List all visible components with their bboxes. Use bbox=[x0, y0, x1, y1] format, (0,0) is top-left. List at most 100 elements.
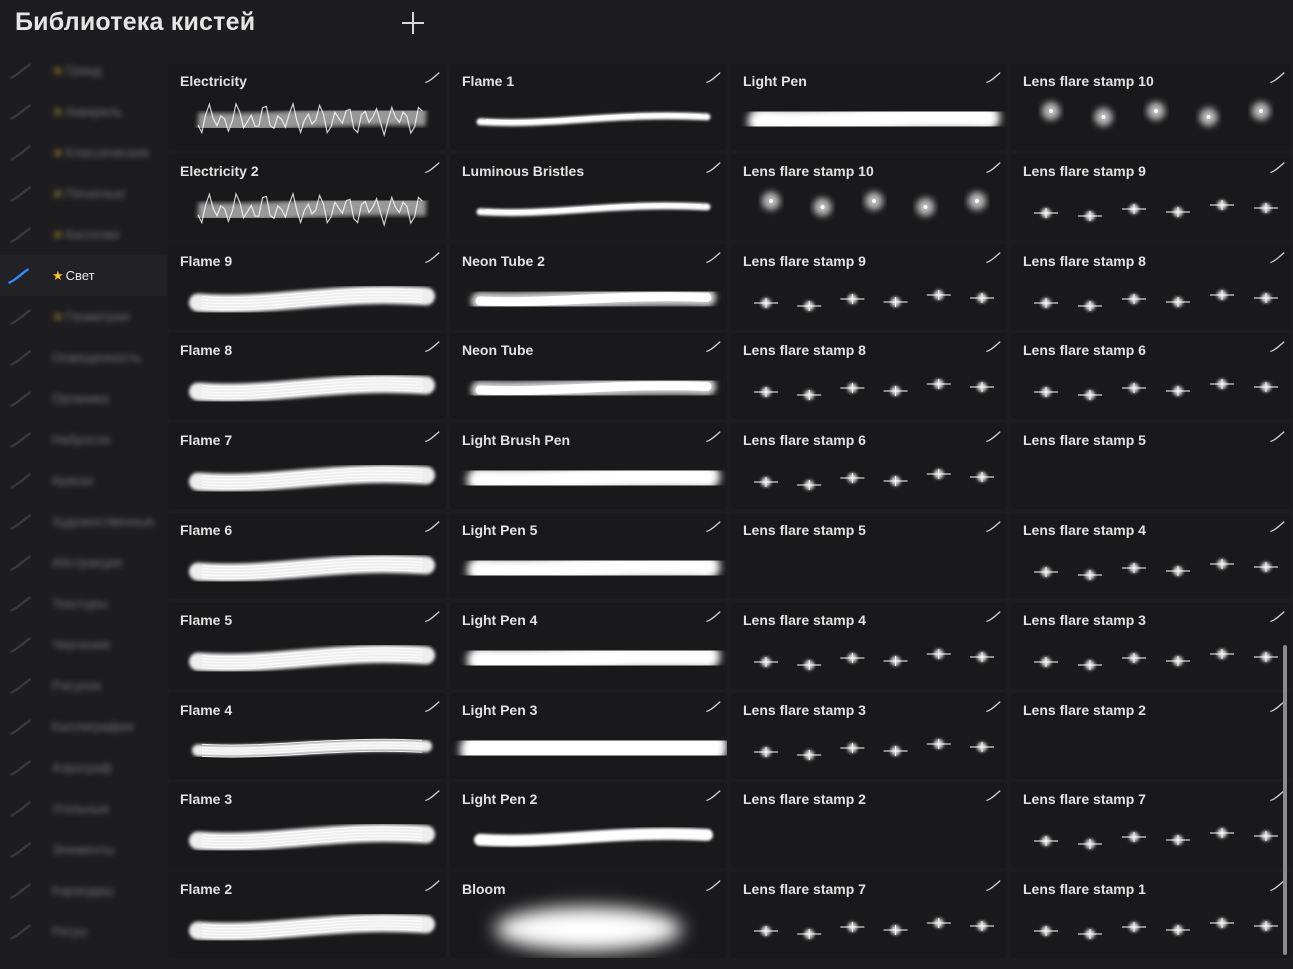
brush-icon bbox=[986, 252, 1001, 263]
brush-icon bbox=[425, 611, 440, 622]
brush-card[interactable]: Flame 7 bbox=[168, 423, 446, 509]
brush-name: Light Pen 5 bbox=[462, 522, 538, 538]
brush-icon bbox=[986, 611, 1001, 622]
brush-card[interactable]: Luminous Bristles bbox=[450, 154, 727, 240]
sidebar-item[interactable]: ★ Печатные bbox=[0, 173, 166, 214]
sidebar-item[interactable]: Текстуры bbox=[0, 583, 166, 624]
sidebar-item[interactable]: Освещенность bbox=[0, 337, 166, 378]
sidebar-item[interactable]: Черчение bbox=[0, 624, 166, 665]
brush-icon bbox=[425, 521, 440, 532]
brush-icon bbox=[986, 521, 1001, 532]
brush-icon bbox=[1270, 341, 1285, 352]
brush-name: Lens flare stamp 3 bbox=[743, 702, 866, 718]
sidebar-item-label: Карандаш bbox=[52, 883, 114, 898]
brush-card[interactable]: Lens flare stamp 6 bbox=[1011, 333, 1291, 419]
sidebar-item[interactable]: Художественные bbox=[0, 501, 166, 542]
brush-card[interactable]: Lens flare stamp 8 bbox=[731, 333, 1007, 419]
brush-card[interactable]: Lens flare stamp 2 bbox=[731, 782, 1007, 868]
brush-icon bbox=[425, 162, 440, 173]
brush-card[interactable]: Neon Tube bbox=[450, 333, 727, 419]
brush-card[interactable]: Lens flare stamp 4 bbox=[731, 603, 1007, 689]
brush-name: Flame 8 bbox=[180, 342, 233, 358]
brush-icon bbox=[10, 227, 31, 243]
brush-card[interactable]: Light Pen 4 bbox=[450, 603, 727, 689]
brush-name: Light Pen 4 bbox=[462, 612, 538, 628]
brush-card[interactable]: Flame 8 bbox=[168, 333, 446, 419]
brush-card[interactable]: Lens flare stamp 7 bbox=[1011, 782, 1291, 868]
sidebar-item-label: Акварель bbox=[65, 104, 123, 119]
brush-icon bbox=[706, 162, 721, 173]
brush-icon bbox=[10, 514, 31, 530]
brush-card[interactable]: Lens flare stamp 6 bbox=[731, 423, 1007, 509]
sidebar-item[interactable]: ★ Гранд bbox=[0, 50, 166, 91]
brush-card[interactable]: Lens flare stamp 10 bbox=[1011, 64, 1291, 150]
brush-icon bbox=[706, 252, 721, 263]
brush-card[interactable]: Lens flare stamp 7 bbox=[731, 872, 1007, 958]
brush-card[interactable]: Flame 5 bbox=[168, 603, 446, 689]
brush-card[interactable]: Flame 4 bbox=[168, 693, 446, 779]
brush-icon bbox=[706, 431, 721, 442]
brush-card[interactable]: Lens flare stamp 3 bbox=[731, 693, 1007, 779]
brush-icon bbox=[986, 162, 1001, 173]
sidebar-item[interactable]: Краски bbox=[0, 460, 166, 501]
sidebar-item-label: Текстуры bbox=[52, 596, 108, 611]
brush-card[interactable]: Light Brush Pen bbox=[450, 423, 727, 509]
sidebar-item-label: Аэрограф bbox=[52, 760, 112, 775]
brush-card[interactable]: Lens flare stamp 1 bbox=[1011, 872, 1291, 958]
brush-name: Flame 6 bbox=[180, 522, 233, 538]
sidebar-item[interactable]: Угольные bbox=[0, 788, 166, 829]
sidebar-item[interactable]: Рисунок bbox=[0, 665, 166, 706]
sidebar-item[interactable]: Элементы bbox=[0, 829, 166, 870]
brush-card[interactable]: Electricity bbox=[168, 64, 446, 150]
brush-card[interactable]: Lens flare stamp 2 bbox=[1011, 693, 1291, 779]
brush-card[interactable]: Lens flare stamp 3 bbox=[1011, 603, 1291, 689]
brush-card[interactable]: Light Pen 2 bbox=[450, 782, 727, 868]
brush-card[interactable]: Lens flare stamp 4 bbox=[1011, 513, 1291, 599]
brush-card[interactable]: Neon Tube 2 bbox=[450, 244, 727, 330]
brush-card[interactable]: Flame 3 bbox=[168, 782, 446, 868]
sidebar-item[interactable]: ★ Кисточки bbox=[0, 214, 166, 255]
sidebar-item-label: Органика bbox=[52, 391, 109, 406]
brush-card[interactable]: Lens flare stamp 10 bbox=[731, 154, 1007, 240]
brush-icon bbox=[10, 596, 31, 612]
sidebar-item[interactable]: Абстракция bbox=[0, 542, 166, 583]
sidebar-item[interactable]: Органика bbox=[0, 378, 166, 419]
brush-icon bbox=[10, 145, 31, 161]
brush-card[interactable]: Bloom bbox=[450, 872, 727, 958]
brush-icon bbox=[986, 701, 1001, 712]
brush-name: Lens flare stamp 5 bbox=[743, 522, 866, 538]
header: Библиотека кистей bbox=[0, 0, 1293, 50]
sidebar-item[interactable]: ★ Геометрия bbox=[0, 296, 166, 337]
brush-card[interactable]: Flame 2 bbox=[168, 872, 446, 958]
brush-card[interactable]: Flame 6 bbox=[168, 513, 446, 599]
sidebar-item[interactable]: Карандаш bbox=[0, 870, 166, 911]
brush-icon bbox=[706, 701, 721, 712]
brush-card[interactable]: Lens flare stamp 5 bbox=[1011, 423, 1291, 509]
brush-name: Flame 4 bbox=[180, 702, 233, 718]
brush-card[interactable]: Electricity 2 bbox=[168, 154, 446, 240]
brush-card[interactable]: Light Pen 3 bbox=[450, 693, 727, 779]
sidebar-item[interactable]: Ретро bbox=[0, 911, 166, 952]
brush-card[interactable]: Flame 1 bbox=[450, 64, 727, 150]
page-title: Библиотека кистей bbox=[15, 8, 256, 36]
brush-name: Electricity bbox=[180, 73, 247, 89]
brush-card[interactable]: Lens flare stamp 9 bbox=[731, 244, 1007, 330]
sidebar-item[interactable]: ★ Классические bbox=[0, 132, 166, 173]
brush-card[interactable]: Flame 9 bbox=[168, 244, 446, 330]
brush-name: Flame 5 bbox=[180, 612, 233, 628]
brush-icon bbox=[10, 760, 31, 776]
brush-card[interactable]: Lens flare stamp 5 bbox=[731, 513, 1007, 599]
scrollbar[interactable] bbox=[1283, 645, 1287, 955]
plus-icon[interactable] bbox=[398, 8, 428, 38]
brush-name: Neon Tube bbox=[462, 342, 534, 358]
sidebar-item[interactable]: ★ Свет bbox=[0, 255, 166, 296]
sidebar-item[interactable]: Каллиграфия bbox=[0, 706, 166, 747]
brush-card[interactable]: Lens flare stamp 8 bbox=[1011, 244, 1291, 330]
sidebar-item[interactable]: ★ Акварель bbox=[0, 91, 166, 132]
brush-card[interactable]: Light Pen bbox=[731, 64, 1007, 150]
brush-card[interactable]: Light Pen 5 bbox=[450, 513, 727, 599]
sidebar-item[interactable]: Набросок bbox=[0, 419, 166, 460]
sidebar-item[interactable]: Аэрограф bbox=[0, 747, 166, 788]
star-icon: ★ bbox=[52, 186, 64, 201]
brush-card[interactable]: Lens flare stamp 9 bbox=[1011, 154, 1291, 240]
